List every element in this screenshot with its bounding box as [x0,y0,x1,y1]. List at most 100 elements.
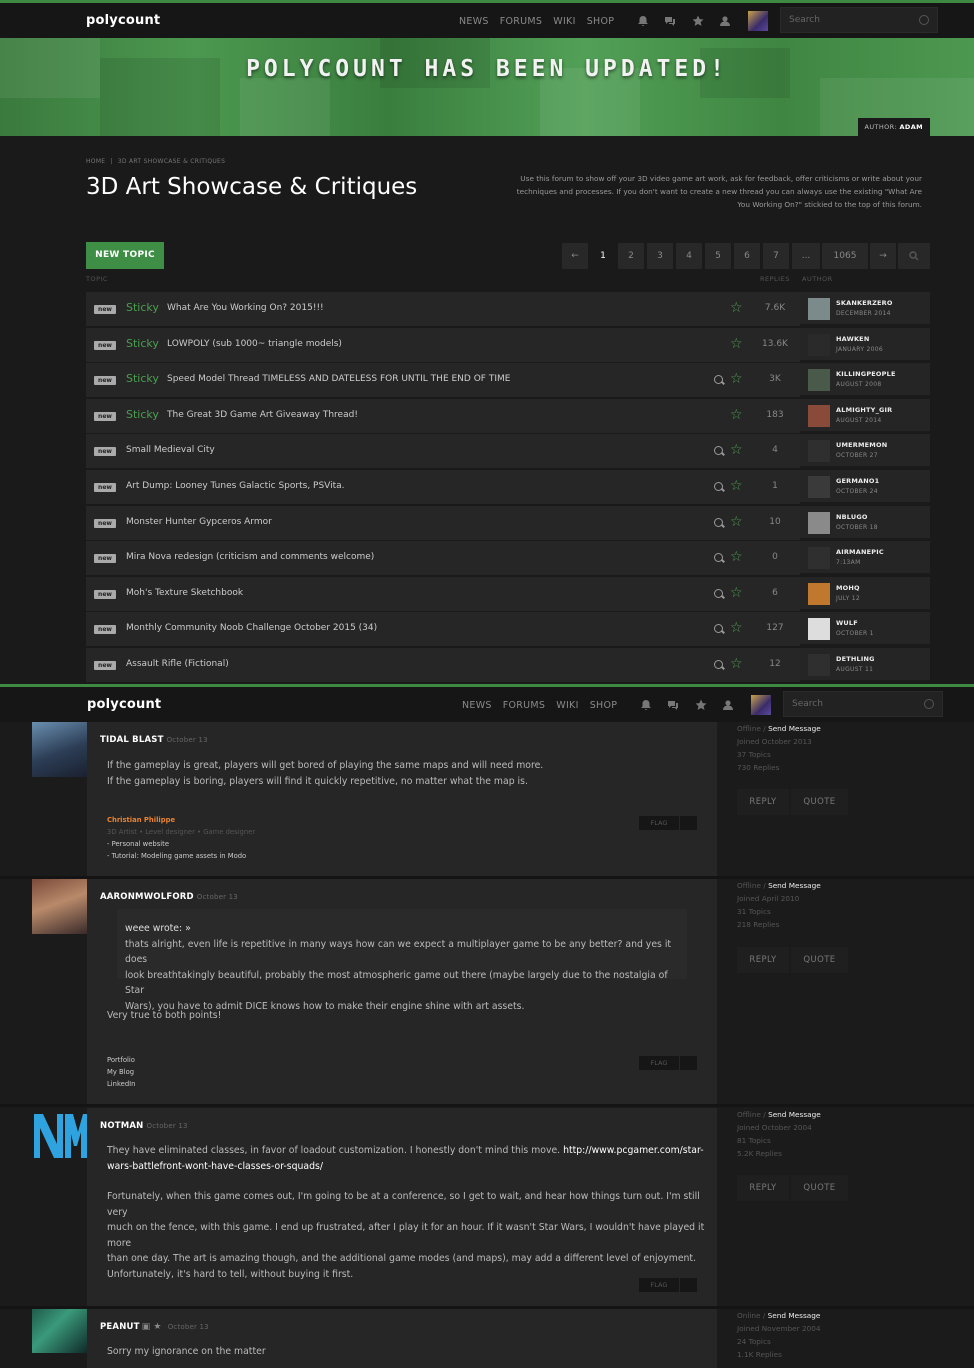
author-name[interactable]: UMERMEMON [836,441,887,449]
search-icon[interactable] [919,15,929,25]
author-name[interactable]: WULF [836,619,858,627]
thread-row[interactable]: new Small Medieval City ☆ 4 UMERMEMON OCTOBER… [86,434,930,469]
author-avatar[interactable] [808,333,830,356]
star-icon[interactable]: ☆ [730,337,743,351]
search-icon[interactable] [714,588,723,598]
quote-author[interactable]: weee [125,923,150,934]
star-icon[interactable]: ☆ [730,408,743,422]
thread-title[interactable]: Speed Model Thread TIMELESS AND DATELESS… [167,374,510,384]
pager-last[interactable]: 1065 [822,243,868,269]
pager-page-1[interactable]: 1 [590,243,616,269]
post-author[interactable]: TIDAL BLAST October 13 [100,735,208,745]
flag-menu-button[interactable] [680,1278,697,1292]
thread-title[interactable]: Assault Rifle (Fictional) [126,659,229,669]
author-name[interactable]: MOHQ [836,584,860,592]
pager-page-3[interactable]: 3 [647,243,673,269]
nav-forums[interactable]: FORUMS [500,16,543,27]
thread-title[interactable]: Moh's Texture Sketchbook [126,588,243,598]
author-name[interactable]: NOTMAN [100,1121,144,1131]
author-name[interactable]: DETHLING [836,655,875,663]
reply-button[interactable]: REPLY [737,947,789,973]
flag-button[interactable]: FLAG [639,1056,679,1070]
nav-shop[interactable]: SHOP [590,700,618,711]
search-icon[interactable] [714,660,723,669]
author-avatar[interactable] [808,298,830,320]
author-name[interactable]: HAWKEN [836,335,869,343]
author-name[interactable]: TIDAL BLAST [100,735,164,745]
author-name[interactable]: AIRMANEPIC [836,548,884,556]
thread-title[interactable]: Mira Nova redesign (criticism and commen… [126,552,374,562]
star-icon[interactable]: ☆ [730,515,743,529]
author-name[interactable]: ALMIGHTY_GIR [836,406,892,414]
thread-title[interactable]: Monthly Community Noob Challenge October… [126,623,377,633]
bookmark-star-icon[interactable] [692,15,704,27]
reply-button[interactable]: REPLY [737,1175,789,1201]
flag-menu-button[interactable] [680,1056,697,1070]
breadcrumb-current[interactable]: 3D ART SHOWCASE & CRITIQUES [118,158,226,165]
author-avatar[interactable] [808,582,830,605]
author-name[interactable]: SKANKERZERO [836,299,893,307]
nav-news[interactable]: NEWS [462,700,492,711]
thread-row[interactable]: new Mira Nova redesign (criticism and com… [86,541,930,576]
thread-title[interactable]: Monster Hunter Gypceros Armor [126,517,272,527]
user-icon[interactable] [719,15,731,27]
author-name[interactable]: NBLUGO [836,513,868,521]
quote-button[interactable]: QUOTE [791,947,848,973]
author-avatar[interactable] [808,404,830,427]
thread-row[interactable]: new Art Dump: Looney Tunes Galactic Sport… [86,470,930,504]
post-author[interactable]: PEANUT ▣ ★ October 13 [100,1322,209,1332]
search-icon[interactable] [714,624,723,634]
author-avatar[interactable] [808,618,830,641]
search-icon[interactable] [714,375,723,385]
search-icon[interactable] [714,482,723,491]
pager-page-6[interactable]: 6 [734,243,760,269]
external-link[interactable]: http://www.pcgamer.com/star- [563,1145,703,1156]
thread-row[interactable]: new Sticky The Great 3D Game Art Giveaway … [86,398,930,433]
nav-wiki[interactable]: WIKI [553,16,575,27]
send-message-link[interactable]: Send Message [768,1110,821,1119]
bookmark-star-icon[interactable] [695,699,707,711]
star-icon[interactable]: ☆ [730,443,743,457]
pager-page-7[interactable]: 7 [763,243,789,269]
signature-link[interactable]: - Tutorial: Modeling game assets in Modo [107,850,255,862]
site-logo[interactable]: polycount [86,13,160,28]
search-icon[interactable] [714,517,723,527]
star-icon[interactable]: ☆ [730,301,743,315]
external-link[interactable]: wars-battlefront-wont-have-classes-or-sq… [107,1161,323,1172]
breadcrumb-home[interactable]: HOME [86,158,105,165]
author-avatar[interactable] [808,440,830,463]
signature-link[interactable]: - Personal website [107,838,255,850]
thread-title[interactable]: Art Dump: Looney Tunes Galactic Sports, … [126,481,345,491]
new-topic-button[interactable]: NEW TOPIC [86,242,164,269]
quote-wrote[interactable]: wrote: » [153,923,191,934]
site-logo[interactable]: polycount [87,697,161,712]
pager-page-4[interactable]: 4 [676,243,702,269]
thread-title[interactable]: Small Medieval City [126,445,215,455]
nav-shop[interactable]: SHOP [587,16,615,27]
author-avatar[interactable] [808,369,830,392]
pager-page-5[interactable]: 5 [705,243,731,269]
author-name[interactable]: PEANUT [100,1322,140,1332]
signature-name[interactable]: Christian Philippe [107,814,255,826]
flag-button[interactable]: FLAG [639,816,679,830]
quote-button[interactable]: QUOTE [791,1175,848,1201]
signature-link[interactable]: LinkedIn [107,1078,136,1090]
messages-icon[interactable] [664,15,676,27]
nav-news[interactable]: NEWS [459,16,489,27]
thread-row[interactable]: new Sticky LOWPOLY (sub 1000~ triangle mod… [86,327,930,362]
star-icon[interactable]: ☆ [730,479,743,493]
nav-wiki[interactable]: WIKI [556,700,578,711]
search-icon[interactable] [924,699,934,709]
thread-row[interactable]: new Assault Rifle (Fictional) ☆ 12 DETHLING A… [86,648,930,682]
star-icon[interactable]: ☆ [730,657,743,671]
author-name[interactable]: AARONMWOLFORD [100,892,194,902]
flag-menu-button[interactable] [680,816,697,830]
bell-icon[interactable] [637,15,649,27]
flag-button[interactable]: FLAG [639,1278,679,1292]
pager-next[interactable]: → [870,243,896,269]
avatar[interactable] [32,879,87,934]
bell-icon[interactable] [640,699,652,711]
pager-prev[interactable]: ← [562,243,588,269]
thread-row[interactable]: new Moh's Texture Sketchbook ☆ 6 MOHQ JULY 12 [86,576,930,611]
thread-row[interactable]: new Sticky What Are You Working On? 2015!!… [86,292,930,326]
